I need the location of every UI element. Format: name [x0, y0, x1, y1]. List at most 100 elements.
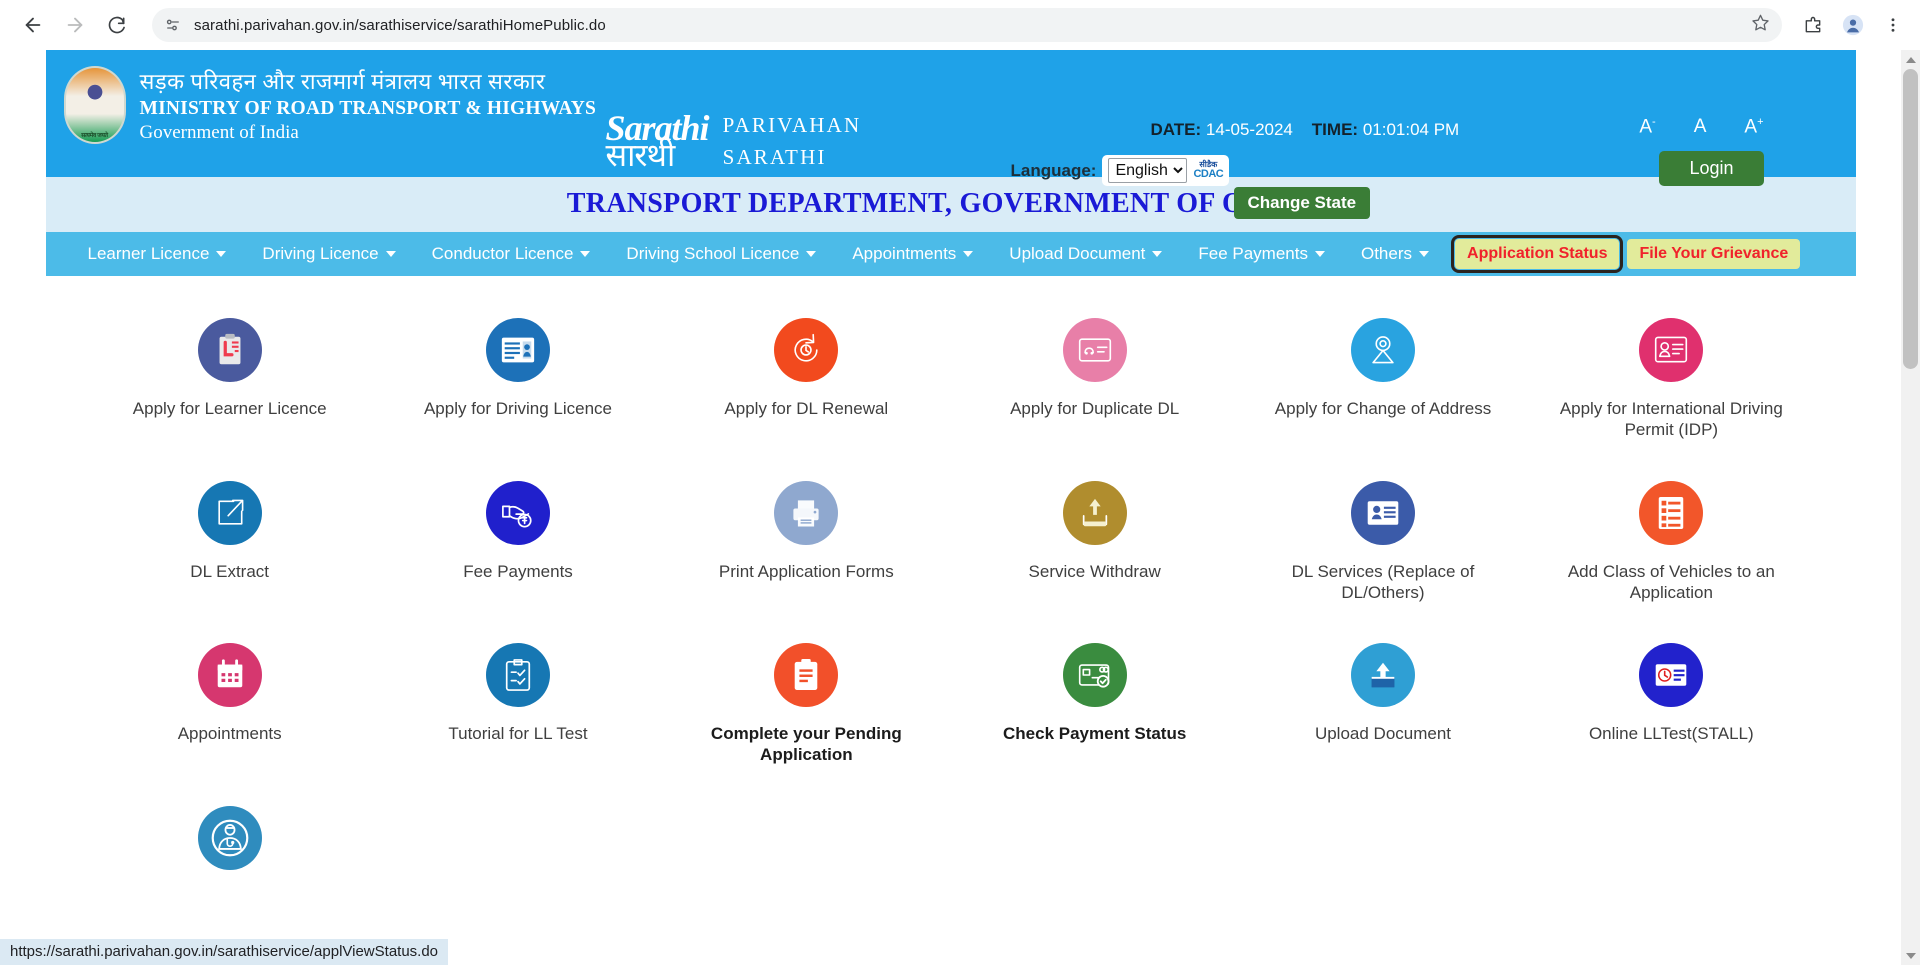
extensions-icon[interactable] — [1800, 12, 1826, 38]
file-your-grievance-button[interactable]: File Your Grievance — [1627, 239, 1801, 269]
url-text: sarathi.parivahan.gov.in/sarathiservice/… — [194, 16, 606, 34]
service-tile-complete-your-pending-application[interactable]: Complete your Pending Application — [662, 631, 950, 784]
service-tile-doctor-icon[interactable] — [86, 794, 374, 904]
withdraw-upload-icon — [1062, 480, 1127, 545]
back-button[interactable] — [14, 6, 52, 44]
ministry-name-english: MINISTRY OF ROAD TRANSPORT & HIGHWAYS — [139, 97, 597, 119]
language-selector-row: Language: English सीडैक CDAC — [1011, 155, 1230, 186]
service-tile-label: Apply for Driving Licence — [423, 399, 612, 418]
service-tile-apply-for-dl-renewal[interactable]: Apply for DL Renewal — [662, 306, 950, 459]
service-tile-apply-for-learner-licence[interactable]: Apply for Learner Licence — [86, 306, 374, 459]
doctor-icon — [197, 805, 262, 870]
browser-toolbar: sarathi.parivahan.gov.in/sarathiservice/… — [0, 0, 1920, 50]
service-tile-add-class-of-vehicles-to-an-application[interactable]: Add Class of Vehicles to an Application — [1527, 469, 1815, 622]
site-settings-icon[interactable] — [164, 16, 182, 34]
nav-item-learner-licence[interactable]: Learner Licence — [70, 238, 245, 270]
service-tile-label: Fee Payments — [463, 561, 573, 581]
reload-button[interactable] — [98, 6, 136, 44]
chevron-down-icon — [385, 251, 396, 257]
font-size-controls: A- A A+ — [1639, 116, 1763, 138]
service-tile-appointments[interactable]: Appointments — [86, 631, 374, 784]
sarathi-word: SARATHI — [722, 144, 827, 169]
chevron-down-icon — [1314, 251, 1325, 257]
service-tile-label: Apply for International Driving Permit (… — [1559, 399, 1783, 440]
service-tile-online-lltest-stall[interactable]: Online LLTest(STALL) — [1527, 631, 1815, 784]
nav-item-label: Others — [1360, 244, 1413, 263]
chevron-down-icon — [1419, 251, 1430, 257]
chevron-down-icon — [580, 251, 591, 257]
time-value: 01:01:04 PM — [1362, 120, 1460, 139]
service-tile-label: DL Extract — [190, 561, 270, 581]
service-tile-tutorial-for-ll-test[interactable]: Tutorial for LL Test — [374, 631, 662, 784]
profile-avatar-icon[interactable] — [1840, 12, 1866, 38]
nav-item-appointments[interactable]: Appointments — [834, 238, 991, 270]
service-tile-label: Print Application Forms — [718, 561, 894, 581]
scroll-down-arrow[interactable] — [1901, 946, 1920, 965]
nav-item-label: Fee Payments — [1198, 244, 1308, 263]
clipboard-l-icon — [197, 318, 262, 382]
application-status-button[interactable]: Application Status — [1451, 235, 1624, 273]
nav-item-conductor-licence[interactable]: Conductor Licence — [414, 238, 609, 270]
cdac-logo-icon: सीडैक CDAC — [1193, 161, 1223, 180]
government-of-india-label: Government of India — [139, 121, 299, 143]
service-tile-label: Apply for DL Renewal — [724, 399, 889, 418]
list-document-icon — [1639, 480, 1704, 545]
chevron-down-icon — [806, 251, 817, 257]
ministry-branding: सत्यमेव जयते सड़क परिवहन और राजमार्ग मंत… — [46, 50, 597, 146]
browser-actions — [1794, 12, 1906, 38]
service-tile-check-payment-status[interactable]: Check Payment Status — [951, 631, 1239, 784]
ministry-name-hindi: सड़क परिवहन और राजमार्ग मंत्रालय भारत सर… — [139, 69, 546, 94]
bookmark-star-icon[interactable] — [1751, 13, 1770, 37]
nav-item-label: Appointments — [852, 244, 957, 263]
checklist-clipboard-icon — [485, 643, 550, 707]
parivahan-word: PARIVAHAN — [722, 113, 862, 137]
page-scrollarea: सत्यमेव जयते सड़क परिवहन और राजमार्ग मंत… — [0, 50, 1901, 965]
nav-item-driving-school-licence[interactable]: Driving School Licence — [608, 238, 834, 270]
chrome-menu-icon[interactable] — [1880, 12, 1906, 38]
change-state-button[interactable]: Change State — [1233, 187, 1371, 219]
service-tile-print-application-forms[interactable]: Print Application Forms — [662, 469, 950, 622]
address-bar[interactable]: sarathi.parivahan.gov.in/sarathiservice/… — [152, 8, 1782, 42]
date-label: DATE: — [1150, 120, 1202, 139]
scroll-up-arrow[interactable] — [1901, 50, 1920, 69]
font-increase-button[interactable]: A+ — [1744, 116, 1763, 138]
page-viewport: सत्यमेव जयते सड़क परिवहन और राजमार्ग मंत… — [0, 50, 1920, 965]
service-tile-service-withdraw[interactable]: Service Withdraw — [951, 469, 1239, 622]
printer-icon — [774, 480, 839, 545]
nav-item-others[interactable]: Others — [1343, 238, 1447, 270]
nav-item-driving-licence[interactable]: Driving Licence — [244, 238, 413, 270]
service-tile-label: Complete your Pending Application — [710, 724, 902, 765]
service-tile-apply-for-international-driving-permit-idp[interactable]: Apply for International Driving Permit (… — [1527, 306, 1815, 459]
login-button[interactable]: Login — [1659, 151, 1764, 186]
id-card-person-icon — [1350, 480, 1415, 545]
service-tile-fee-payments[interactable]: Fee Payments — [374, 469, 662, 622]
scrollbar-thumb[interactable] — [1903, 69, 1918, 369]
nav-item-fee-payments[interactable]: Fee Payments — [1180, 238, 1343, 270]
service-tile-apply-for-driving-licence[interactable]: Apply for Driving Licence — [374, 306, 662, 459]
page-scrollbar[interactable] — [1901, 50, 1920, 965]
service-tile-dl-services-replace-of-dl-others[interactable]: DL Services (Replace of DL/Others) — [1239, 469, 1527, 622]
nav-item-label: Learner Licence — [87, 244, 210, 263]
service-tile-apply-for-duplicate-dl[interactable]: Apply for Duplicate DL — [951, 306, 1239, 459]
service-tile-label: Appointments — [177, 724, 282, 743]
national-emblem-icon: सत्यमेव जयते — [63, 65, 126, 144]
service-tile-label: Tutorial for LL Test — [448, 724, 588, 743]
nav-item-upload-document[interactable]: Upload Document — [991, 238, 1180, 270]
font-decrease-button[interactable]: A- — [1639, 116, 1655, 138]
service-tile-upload-document[interactable]: Upload Document — [1239, 631, 1527, 784]
nav-item-label: Driving Licence — [262, 244, 379, 263]
service-tile-dl-extract[interactable]: DL Extract — [86, 469, 374, 622]
service-tile-label: Service Withdraw — [1028, 561, 1161, 581]
service-tile-label: Apply for Duplicate DL — [1010, 399, 1180, 418]
language-label: Language: — [1010, 160, 1097, 180]
idp-card-icon — [1639, 318, 1704, 382]
duplicate-card-icon — [1062, 318, 1127, 382]
language-select[interactable]: English — [1108, 158, 1188, 183]
licence-card-icon — [485, 318, 550, 382]
service-tile-label: Add Class of Vehicles to an Application — [1567, 561, 1775, 602]
service-tile-label: Apply for Change of Address — [1274, 399, 1492, 418]
service-tile-apply-for-change-of-address[interactable]: Apply for Change of Address — [1239, 306, 1527, 459]
font-normal-button[interactable]: A — [1694, 116, 1707, 138]
date-value: 14-05-2024 — [1205, 120, 1293, 139]
forward-button[interactable] — [56, 6, 94, 44]
